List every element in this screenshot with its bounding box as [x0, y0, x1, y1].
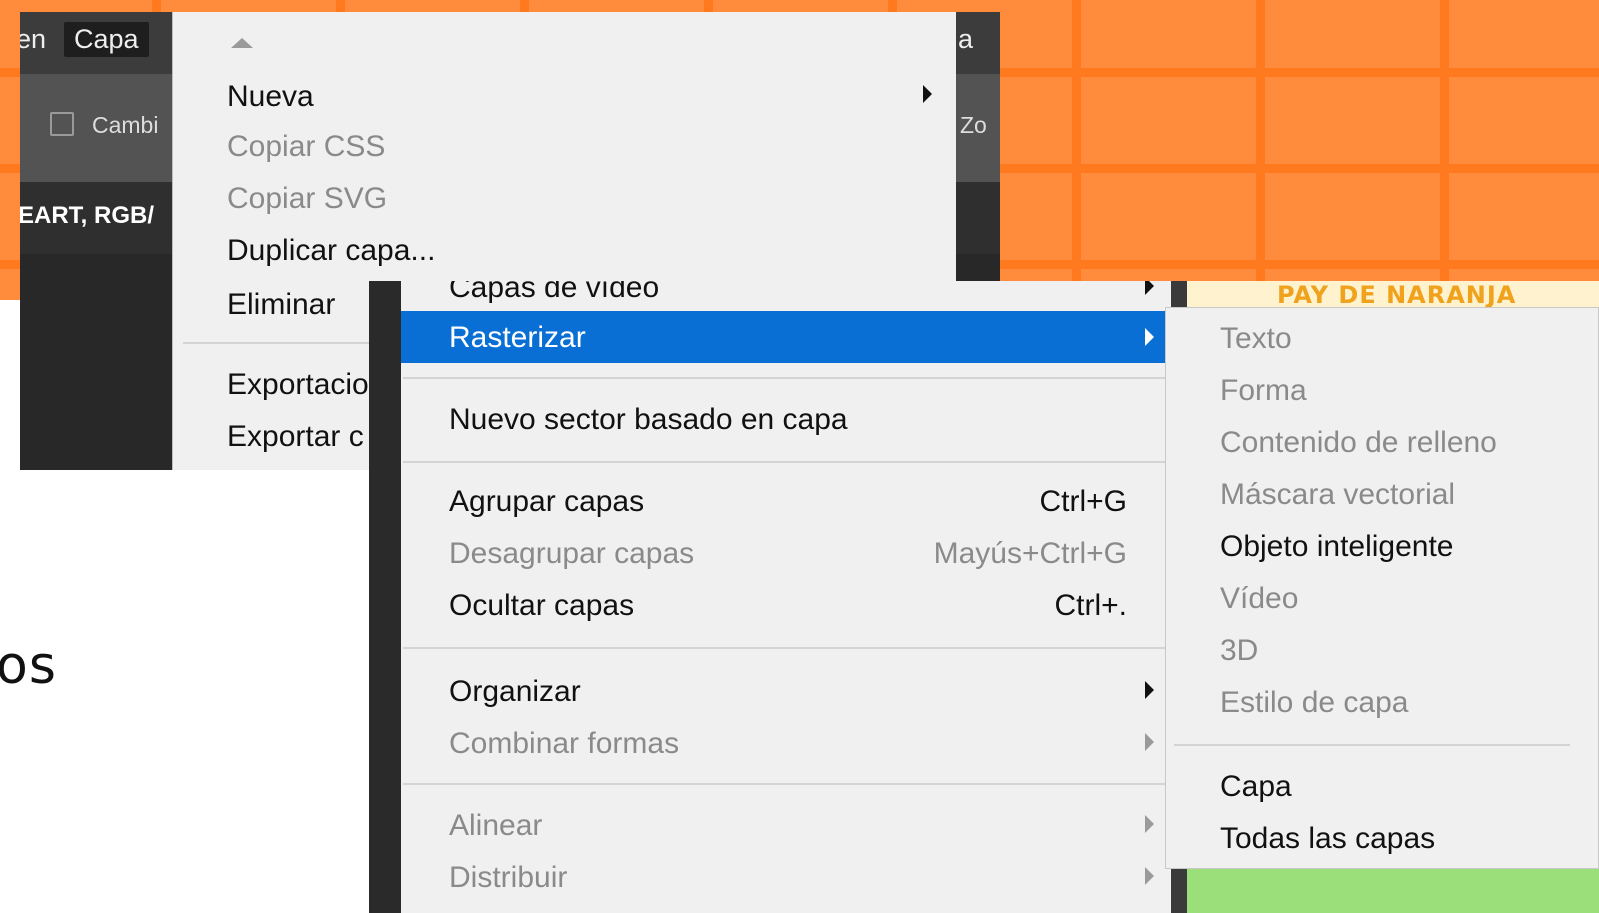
menu-item-copiar-svg[interactable]: Copiar SVG: [227, 182, 387, 216]
submenu-item-todas-las-capas[interactable]: Todas las capas: [1220, 822, 1435, 856]
menu-item-alinear[interactable]: Alinear: [449, 809, 542, 843]
panel-edge: [369, 281, 401, 913]
submenu-arrow-icon: [1145, 281, 1154, 295]
menu-separator: [403, 461, 1171, 463]
background-partial-text: os: [0, 636, 57, 696]
shortcut-agrupar: Ctrl+G: [1039, 485, 1127, 518]
shortcut-desagrupar: Mayús+Ctrl+G: [933, 537, 1127, 570]
submenu-arrow-icon: [1145, 733, 1154, 751]
menu-item-agrupar-capas[interactable]: Agrupar capas: [449, 485, 644, 519]
options-bar-partial-right: Zo: [960, 112, 987, 138]
submenu-item-contenido-de-relleno[interactable]: Contenido de relleno: [1220, 426, 1497, 460]
menubar-item-partial-right[interactable]: a: [958, 24, 973, 55]
submenu-arrow-icon: [1145, 681, 1154, 699]
document-tab-title[interactable]: EART, RGB/: [20, 202, 154, 230]
menu-item-rasterizar-label: Rasterizar: [449, 321, 586, 354]
menu-separator: [403, 783, 1171, 785]
submenu-arrow-icon: [1145, 867, 1154, 885]
scroll-up-arrow-icon[interactable]: [231, 38, 253, 48]
submenu-item-capa[interactable]: Capa: [1220, 770, 1292, 804]
submenu-item-forma[interactable]: Forma: [1220, 374, 1307, 408]
submenu-item-3d[interactable]: 3D: [1220, 634, 1258, 668]
submenu-arrow-icon: [923, 85, 932, 103]
menu-item-desagrupar-capas[interactable]: Desagrupar capas: [449, 537, 694, 571]
menu-item-organizar[interactable]: Organizar: [449, 675, 581, 709]
menu-item-ocultar-capas[interactable]: Ocultar capas: [449, 589, 634, 623]
submenu-item-video[interactable]: Vídeo: [1220, 582, 1298, 616]
menubar-item-capa[interactable]: Capa: [64, 22, 149, 57]
menu-item-duplicar-capa[interactable]: Duplicar capa...: [227, 234, 435, 268]
submenu-item-objeto-inteligente[interactable]: Objeto inteligente: [1220, 530, 1454, 564]
menu-item-eliminar[interactable]: Eliminar: [227, 288, 335, 322]
menubar-item-partial[interactable]: en: [20, 24, 46, 55]
menu-item-rasterizar[interactable]: Rasterizar: [401, 311, 1169, 363]
menu-item-capas-de-video[interactable]: Capas de vídeo: [449, 281, 659, 305]
menu-item-combinar-formas[interactable]: Combinar formas: [449, 727, 679, 761]
rasterizar-submenu: Texto Forma Contenido de relleno Máscara…: [1165, 307, 1599, 869]
menu-item-distribuir[interactable]: Distribuir: [449, 861, 567, 895]
menu-item-copiar-css[interactable]: Copiar CSS: [227, 130, 385, 164]
shortcut-ocultar: Ctrl+.: [1054, 589, 1127, 622]
menu-item-exportacion[interactable]: Exportacio: [227, 368, 369, 402]
card-title: PAY DE NARANJA: [1277, 281, 1517, 309]
submenu-arrow-icon: [1145, 328, 1154, 346]
menu-item-nueva[interactable]: Nueva: [227, 80, 314, 114]
checkbox-label: Cambi: [92, 112, 159, 138]
submenu-item-texto[interactable]: Texto: [1220, 322, 1292, 356]
submenu-item-estilo-de-capa[interactable]: Estilo de capa: [1220, 686, 1408, 720]
submenu-arrow-icon: [1145, 815, 1154, 833]
capa-dropdown-menu-lower: Capas de vídeo Rasterizar Nuevo sector b…: [401, 281, 1171, 913]
menu-item-exportar[interactable]: Exportar c: [227, 420, 364, 454]
auto-select-checkbox[interactable]: [50, 112, 74, 136]
menu-item-nuevo-sector[interactable]: Nuevo sector basado en capa: [449, 403, 848, 437]
menu-separator: [1174, 744, 1570, 746]
photoshop-window-rasterizar-menu: Capas de vídeo Rasterizar Nuevo sector b…: [369, 281, 1599, 913]
menu-separator: [403, 647, 1171, 649]
menu-separator: [403, 377, 1171, 379]
submenu-item-mascara-vectorial[interactable]: Máscara vectorial: [1220, 478, 1455, 512]
